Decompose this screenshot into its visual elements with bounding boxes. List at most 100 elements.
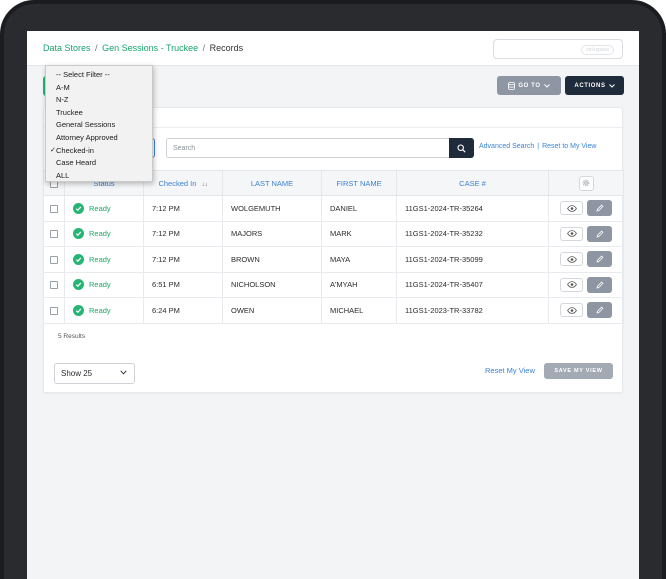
last-name-cell: MAJORS	[222, 220, 322, 247]
goto-label: GO TO	[518, 82, 541, 89]
check-circle-icon	[73, 304, 84, 316]
advanced-search-link[interactable]: Advanced Search	[479, 143, 534, 150]
row-checkbox-cell[interactable]	[43, 271, 65, 298]
column-case-number[interactable]: CASE #	[396, 170, 549, 196]
check-circle-icon	[73, 228, 84, 240]
filter-option-label: Case Heard	[56, 158, 97, 168]
table-row[interactable]: Ready 7:12 PM BROWN MAYA 11GS1-2024-TR-35099	[43, 246, 624, 273]
case-number-cell: 11GS1-2024-TR-35232	[396, 220, 549, 247]
breadcrumb: Data Stores / Gen Sessions - Truckee / R…	[43, 43, 243, 53]
breadcrumb-separator: /	[95, 43, 98, 53]
row-checkbox[interactable]	[50, 230, 58, 239]
filter-option[interactable]: -- Select Filter --	[46, 69, 152, 82]
row-checkbox-cell[interactable]	[43, 220, 65, 247]
chevron-down-icon	[120, 370, 127, 375]
breadcrumb-gen-sessions[interactable]: Gen Sessions - Truckee	[102, 43, 198, 53]
filter-option[interactable]: Attorney Approved	[46, 132, 152, 145]
breadcrumb-data-stores[interactable]: Data Stores	[43, 43, 91, 53]
actions-label: ACTIONS	[574, 82, 606, 89]
search-input[interactable]: Search	[166, 138, 450, 158]
view-button[interactable]	[560, 303, 583, 318]
column-checked-in-label: Checked In	[158, 178, 197, 188]
table-row[interactable]: Ready 7:12 PM WOLGEMUTH DANIEL 11GS1-2024-TR…	[43, 195, 624, 222]
goto-button[interactable]: GO TO	[497, 76, 561, 95]
reset-to-my-view-link[interactable]: Reset to My View	[542, 143, 596, 150]
filter-option-label: Attorney Approved	[56, 132, 118, 142]
status-text: Ready	[89, 280, 111, 290]
view-button[interactable]	[560, 201, 583, 216]
global-search-input[interactable]: ctrl+space	[493, 39, 623, 59]
last-name-cell: OWEN	[222, 297, 322, 324]
actions-button[interactable]: ACTIONS	[565, 76, 624, 95]
view-button[interactable]	[560, 277, 583, 292]
row-checkbox[interactable]	[50, 255, 58, 264]
column-checked-in[interactable]: Checked In ↓↓	[143, 170, 223, 196]
checkmark-icon: ✓	[50, 146, 56, 154]
table-row[interactable]: Ready 6:24 PM OWEN MICHAEL 11GS1-2023-TR-337…	[43, 297, 624, 324]
last-name-cell: WOLGEMUTH	[222, 195, 322, 222]
table-row[interactable]: Ready 6:51 PM NICHOLSON A'MYAH 11GS1-2024-TR…	[43, 271, 624, 298]
pencil-icon	[595, 230, 603, 238]
edit-button[interactable]	[587, 251, 612, 268]
case-number-cell: 11GS1-2024-TR-35264	[396, 195, 549, 222]
filter-option[interactable]: A-M	[46, 82, 152, 95]
gear-icon	[582, 179, 590, 187]
breadcrumb-separator: /	[202, 43, 206, 53]
filter-option[interactable]: ALL	[46, 170, 152, 183]
search-links: Advanced Search | Reset to My View	[479, 143, 596, 150]
row-checkbox-cell[interactable]	[43, 246, 65, 273]
reset-my-view-link[interactable]: Reset My View	[485, 366, 535, 375]
checked-in-cell: 7:12 PM	[143, 246, 223, 273]
edit-button[interactable]	[587, 200, 612, 217]
row-actions-cell	[548, 271, 624, 298]
pencil-icon	[595, 204, 603, 212]
filter-option-label: General Sessions	[56, 120, 116, 130]
edit-button[interactable]	[587, 276, 612, 293]
row-checkbox[interactable]	[50, 306, 58, 315]
status-cell: Ready	[64, 220, 144, 247]
row-actions-cell	[548, 297, 624, 324]
status-text: Ready	[89, 229, 111, 239]
view-button[interactable]	[560, 226, 583, 241]
filter-option[interactable]: N-Z	[46, 94, 152, 107]
status-cell: Ready	[64, 271, 144, 298]
check-circle-icon	[73, 202, 84, 214]
top-bar: Data Stores / Gen Sessions - Truckee / R…	[27, 31, 639, 66]
first-name-cell: MICHAEL	[321, 297, 397, 324]
row-checkbox-cell[interactable]	[43, 195, 65, 222]
status-text: Ready	[89, 203, 111, 213]
check-circle-icon	[73, 279, 84, 291]
chevron-down-icon	[543, 83, 550, 88]
breadcrumb-current: Records	[209, 43, 244, 53]
filter-option[interactable]: Case Heard	[46, 157, 152, 170]
pencil-icon	[595, 255, 603, 263]
save-my-view-button[interactable]: SAVE MY VIEW	[544, 363, 613, 379]
filter-option-label: ALL	[56, 170, 70, 180]
last-name-cell: BROWN	[222, 246, 322, 273]
edit-button[interactable]	[587, 302, 612, 319]
filter-option-label: -- Select Filter --	[56, 70, 110, 79]
chevron-down-icon	[608, 83, 615, 88]
column-first-name[interactable]: FIRST NAME	[321, 170, 397, 196]
filter-option-label: N-Z	[56, 95, 69, 105]
column-last-name[interactable]: LAST NAME	[222, 170, 322, 196]
row-checkbox-cell[interactable]	[43, 297, 65, 324]
link-divider: |	[537, 143, 540, 150]
sort-icon: ↓↓	[201, 181, 208, 188]
status-cell: Ready	[64, 246, 144, 273]
search-button[interactable]	[449, 138, 474, 158]
page-size-select[interactable]: Show 25	[54, 363, 135, 384]
edit-button[interactable]	[587, 225, 612, 242]
column-settings-button[interactable]	[578, 175, 594, 191]
row-checkbox[interactable]	[50, 204, 58, 213]
filter-option[interactable]: ✓ Checked-in	[46, 145, 152, 158]
filter-option[interactable]: Truckee	[46, 107, 152, 120]
row-actions-cell	[548, 220, 624, 247]
table-row[interactable]: Ready 7:12 PM MAJORS MARK 11GS1-2024-TR-3523…	[43, 220, 624, 247]
pencil-icon	[595, 281, 603, 289]
status-text: Ready	[89, 254, 111, 264]
filter-option[interactable]: General Sessions	[46, 119, 152, 132]
case-number-cell: 11GS1-2023-TR-33782	[396, 297, 549, 324]
view-button[interactable]	[560, 252, 583, 267]
row-checkbox[interactable]	[50, 281, 58, 290]
